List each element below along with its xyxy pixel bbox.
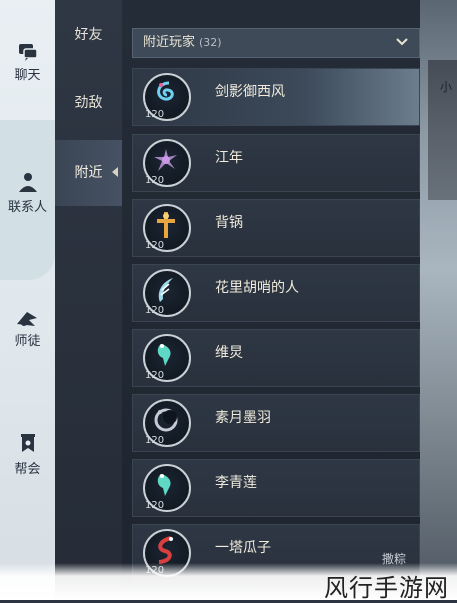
crane-emblem-icon: [157, 474, 171, 496]
player-name: 剑影御西风: [215, 84, 285, 100]
player-name: 花里胡哨的人: [215, 280, 299, 296]
sidebar-item-label: 聊天: [14, 68, 41, 83]
player-row[interactable]: 120 素月墨羽: [132, 394, 420, 452]
sidebar-item-mentor[interactable]: 师徒: [0, 308, 55, 349]
player-level: 120: [145, 500, 165, 511]
overflow-text: 小: [440, 80, 453, 94]
dropdown-label: 附近玩家: [143, 35, 196, 50]
player-level: 120: [145, 175, 165, 186]
player-row[interactable]: 120 维炅: [132, 329, 420, 387]
chevron-left-icon: [112, 167, 118, 177]
tab-label: 附近: [74, 165, 103, 181]
player-level: 120: [145, 305, 165, 316]
flower-emblem-icon: [154, 149, 177, 171]
sidebar-item-contacts[interactable]: 联系人: [0, 170, 55, 215]
sidebar-item-chat[interactable]: 聊天: [0, 42, 55, 83]
watermark-text: 风行手游网: [324, 574, 449, 602]
feather-emblem-icon: [158, 278, 173, 302]
sidebar: 聊天 联系人 师徒 帮会: [0, 0, 55, 600]
player-name: 背锅: [215, 215, 243, 231]
player-level: 120: [145, 370, 165, 381]
tab-friends[interactable]: 好友: [55, 2, 122, 68]
crane-emblem-icon: [157, 344, 171, 366]
contact-tabs: 好友 劲敌 附近: [55, 0, 123, 600]
sidebar-item-guild[interactable]: 帮会: [0, 432, 55, 477]
sidebar-item-label: 师徒: [14, 334, 41, 349]
serpent-emblem-icon: [158, 536, 173, 564]
tab-nearby[interactable]: 附近: [55, 140, 122, 206]
player-level: 120: [145, 435, 165, 446]
player-name: 素月墨羽: [215, 410, 271, 426]
sword-emblem-icon: [157, 212, 175, 238]
player-name: 江年: [215, 150, 243, 166]
player-row[interactable]: 120 江年: [132, 134, 420, 192]
player-level: 120: [145, 240, 165, 251]
chat-bubble-icon: [18, 44, 38, 61]
tab-rivals[interactable]: 劲敌: [55, 70, 122, 136]
moon-emblem-icon: [154, 408, 178, 432]
sidebar-item-label: 帮会: [14, 462, 41, 477]
player-level: 120: [145, 109, 165, 120]
nearby-players-panel: 附近玩家 (32) 120 剑影御西风 120 江年 120 背锅 120 花里胡哨的人 120 维…: [122, 0, 420, 600]
tab-label: 好友: [74, 27, 103, 43]
player-row[interactable]: 120 背锅: [132, 199, 420, 257]
player-row[interactable]: 120 花里胡哨的人: [132, 264, 420, 322]
dropdown-count: (32): [199, 36, 222, 49]
nearby-players-dropdown[interactable]: 附近玩家 (32): [132, 28, 420, 58]
player-name: 维炅: [215, 345, 243, 361]
player-row[interactable]: 120 剑影御西风: [132, 68, 420, 126]
player-name: 一塔瓜子: [215, 540, 271, 556]
chevron-down-icon: [396, 38, 408, 46]
tab-label: 劲敌: [74, 95, 103, 111]
guild-banner-icon: [20, 434, 35, 452]
contacts-icon: [18, 173, 37, 192]
swirl-emblem-icon: [157, 81, 174, 101]
mentor-icon: [16, 312, 37, 326]
sidebar-item-label: 联系人: [7, 200, 47, 215]
player-row[interactable]: 120 李青莲: [132, 459, 420, 517]
player-name: 李青莲: [215, 475, 257, 491]
